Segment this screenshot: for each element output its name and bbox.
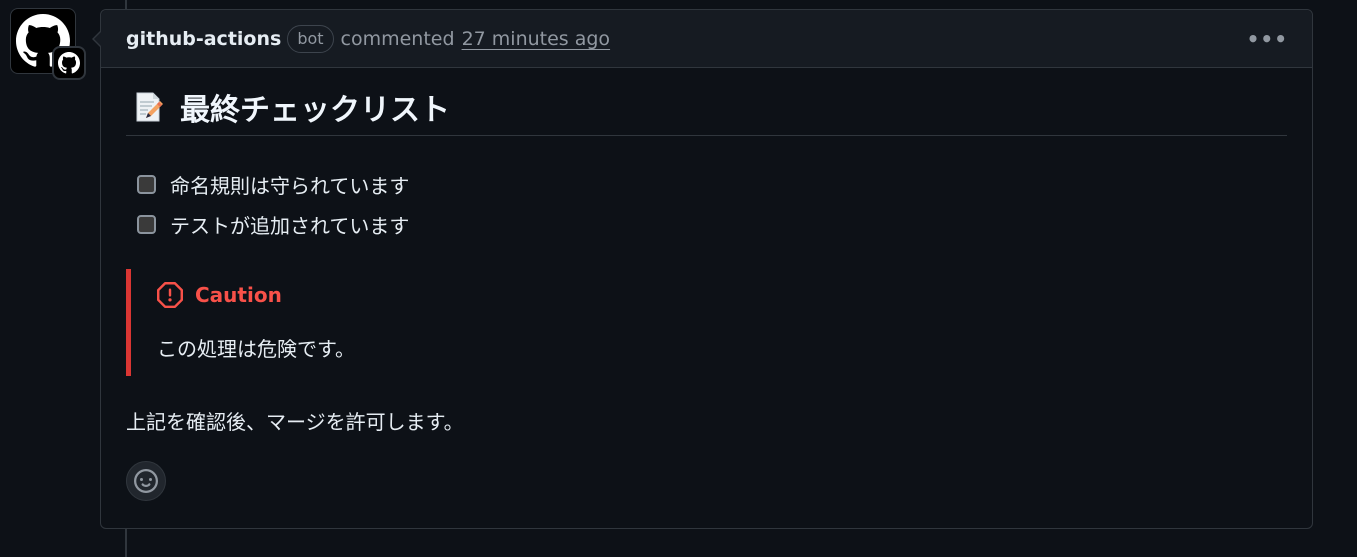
bot-badge: bot <box>287 24 334 53</box>
author-avatar[interactable] <box>10 8 86 80</box>
timestamp-link[interactable]: 27 minutes ago <box>462 28 611 50</box>
heading-text: 最終チェックリスト <box>180 92 450 128</box>
task-list-item: 命名規則は守られています <box>137 164 1287 204</box>
task-list-item: テストが追加されています <box>137 204 1287 244</box>
comment-box: github-actions bot commented 27 minutes … <box>92 9 1313 529</box>
alert-title-text: Caution <box>195 283 282 307</box>
author-link[interactable]: github-actions <box>126 28 281 50</box>
task-label: テストが追加されています <box>170 213 410 238</box>
github-app-badge-icon <box>52 46 86 80</box>
smiley-icon <box>134 469 158 493</box>
alert-title: Caution <box>157 281 1287 309</box>
add-reaction-button[interactable] <box>126 461 166 501</box>
task-label: 命名規則は守られています <box>170 173 410 198</box>
task-checkbox[interactable] <box>137 174 156 194</box>
caution-alert: Caution この処理は危険です。 <box>126 269 1287 376</box>
task-checkbox[interactable] <box>137 214 156 234</box>
comment-pointer-fill <box>94 31 102 47</box>
alert-text: この処理は危険です。 <box>157 337 355 361</box>
stop-icon <box>157 282 183 308</box>
comment-header: github-actions bot commented 27 minutes … <box>101 10 1312 68</box>
checklist-heading: 最終チェックリスト <box>126 88 1287 136</box>
task-list: 命名規則は守られています テストが追加されています <box>126 164 1287 244</box>
footer-paragraph: 上記を確認後、マージを許可します。 <box>126 410 464 434</box>
memo-icon <box>136 92 163 121</box>
comment-body: 最終チェックリスト 命名規則は守られています テストが追加されています Caut… <box>101 68 1312 501</box>
kebab-horizontal-icon[interactable]: ••• <box>1241 27 1294 51</box>
commented-label: commented <box>340 27 455 50</box>
